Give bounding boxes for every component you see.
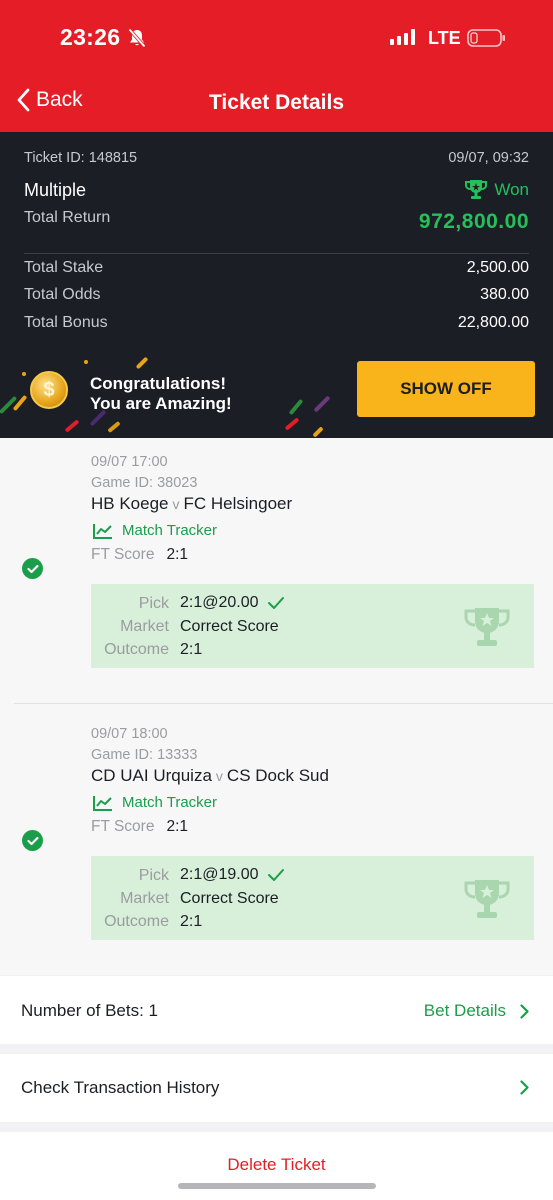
pick-label: Pick bbox=[138, 867, 169, 884]
page-title: Ticket Details bbox=[208, 91, 344, 114]
ft-score-label: FT Score bbox=[91, 546, 155, 563]
selection-game-id: Game ID: 38023 bbox=[91, 475, 198, 491]
check-circle-icon bbox=[22, 830, 43, 851]
number-of-bets-label: Number of Bets: 1 bbox=[21, 1001, 159, 1020]
market-label: Market bbox=[120, 618, 169, 635]
app-header: 23:26 LTE Back Ticket Details bbox=[0, 0, 553, 132]
signal-icon bbox=[390, 29, 415, 45]
selection-match: CD UAI Urquiza v CS Dock Sud bbox=[91, 766, 329, 786]
transaction-history-label: Check Transaction History bbox=[21, 1078, 220, 1097]
pick-details: Pick 2:1@20.00 Market Correct Score Outc… bbox=[91, 584, 534, 668]
ft-score-value: 2:1 bbox=[166, 546, 189, 563]
outcome-value: 2:1 bbox=[180, 913, 203, 930]
pick-label: Pick bbox=[138, 595, 169, 612]
outcome-value: 2:1 bbox=[180, 641, 203, 658]
chevron-right-icon bbox=[520, 1080, 529, 1095]
outcome-label: Outcome bbox=[104, 913, 169, 930]
match-tracker-label: Match Tracker bbox=[122, 522, 218, 539]
away-team: FC Helsingoer bbox=[183, 494, 293, 513]
total-stake-label: Total Stake bbox=[24, 259, 104, 276]
ticket-id: Ticket ID: 148815 bbox=[24, 150, 138, 166]
number-of-bets-row: Number of Bets: 1 Bet Details bbox=[0, 976, 553, 1044]
bet-details-link[interactable]: Bet Details bbox=[424, 1001, 529, 1021]
selection-game-id: Game ID: 13333 bbox=[91, 747, 198, 763]
selection-time: 09/07 17:00 bbox=[91, 454, 168, 470]
pick-value: 2:1@19.00 bbox=[180, 866, 285, 884]
status-time: 23:26 bbox=[60, 24, 121, 50]
ticket-summary: Ticket ID: 148815 09/07, 09:32 Multiple … bbox=[0, 132, 553, 438]
transaction-history-chevron bbox=[520, 1080, 529, 1095]
ft-score: FT Score 2:1 bbox=[91, 818, 188, 836]
market-value: Correct Score bbox=[180, 890, 279, 907]
total-odds-label: Total Odds bbox=[24, 286, 101, 303]
bell-muted-icon bbox=[128, 28, 146, 53]
network-label: LTE bbox=[428, 28, 461, 48]
trophy-icon bbox=[465, 180, 488, 199]
pick-odds: 2:1@20.00 bbox=[180, 594, 259, 611]
home-indicator[interactable] bbox=[178, 1183, 376, 1189]
vs-label: v bbox=[215, 768, 223, 784]
transaction-history-row[interactable]: Check Transaction History bbox=[0, 1054, 553, 1122]
home-team: HB Koege bbox=[91, 494, 169, 513]
status-text: Won bbox=[494, 180, 529, 199]
delete-ticket-button[interactable]: Delete Ticket bbox=[0, 1155, 553, 1175]
outcome-label: Outcome bbox=[104, 641, 169, 658]
congrats-message: Congratulations! You are Amazing! bbox=[90, 374, 232, 414]
chart-icon bbox=[93, 795, 112, 811]
status-badge: Won bbox=[464, 179, 529, 201]
ticket-datetime: 09/07, 09:32 bbox=[448, 150, 529, 166]
total-odds-value: 380.00 bbox=[480, 286, 529, 303]
vs-label: v bbox=[172, 496, 180, 512]
battery-icon bbox=[467, 28, 506, 48]
total-bonus-label: Total Bonus bbox=[24, 314, 108, 331]
bet-details-label: Bet Details bbox=[423, 1001, 506, 1020]
chart-icon bbox=[93, 523, 112, 539]
match-tracker-link[interactable]: Match Tracker bbox=[93, 794, 217, 811]
market-value: Correct Score bbox=[180, 618, 279, 635]
total-stake-value: 2,500.00 bbox=[466, 259, 529, 276]
total-bonus-value: 22,800.00 bbox=[457, 314, 529, 331]
away-team: CS Dock Sud bbox=[226, 766, 329, 785]
congrats-line-1: Congratulations! bbox=[90, 374, 226, 393]
check-circle-icon bbox=[22, 558, 43, 579]
selections-list: 09/07 17:00 Game ID: 38023 HB Koege v FC H… bbox=[0, 438, 553, 975]
match-tracker-label: Match Tracker bbox=[122, 794, 218, 811]
pick-details: Pick 2:1@19.00 Market Correct Score Outc… bbox=[91, 856, 534, 940]
selection-match: HB Koege v FC Helsingoer bbox=[91, 494, 292, 514]
tick-icon bbox=[267, 869, 284, 881]
tick-icon bbox=[267, 597, 284, 609]
bet-type: Multiple bbox=[24, 180, 87, 200]
home-team: CD UAI Urquiza bbox=[91, 766, 212, 785]
coin-icon: $ bbox=[30, 371, 68, 409]
ft-score: FT Score 2:1 bbox=[91, 546, 188, 564]
chevron-right-icon bbox=[520, 1003, 529, 1019]
pick-value: 2:1@20.00 bbox=[180, 594, 285, 612]
market-label: Market bbox=[120, 890, 169, 907]
trophy-icon bbox=[464, 880, 510, 918]
trophy-icon bbox=[464, 608, 510, 646]
ft-score-value: 2:1 bbox=[166, 818, 189, 835]
total-return-label: Total Return bbox=[24, 209, 111, 226]
show-off-button[interactable]: SHOW OFF bbox=[357, 361, 535, 417]
total-return-value: 972,800.00 bbox=[418, 210, 529, 233]
pick-odds: 2:1@19.00 bbox=[180, 866, 259, 883]
divider bbox=[14, 703, 553, 704]
selection-time: 09/07 18:00 bbox=[91, 726, 168, 742]
match-tracker-link[interactable]: Match Tracker bbox=[93, 522, 217, 539]
congrats-line-2: You are Amazing! bbox=[90, 394, 232, 413]
ft-score-label: FT Score bbox=[91, 818, 155, 835]
divider bbox=[24, 253, 529, 254]
